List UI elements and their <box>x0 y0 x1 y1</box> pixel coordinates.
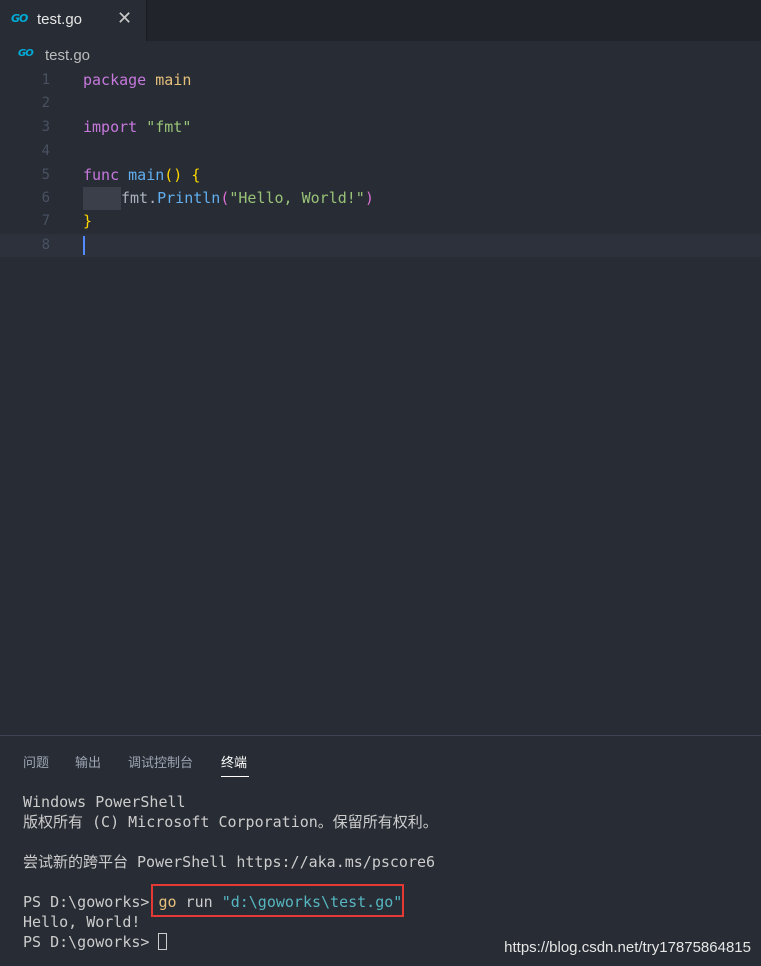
tab-test-go[interactable]: GO test.go ✕ <box>0 0 147 41</box>
code-line[interactable]: 7 } <box>0 210 761 233</box>
tab-label: test.go <box>37 11 83 28</box>
terminal-prompt-line[interactable]: PS D:\goworks> <box>23 932 168 952</box>
open-brace: { <box>191 166 201 184</box>
bottom-panel: 问题 输出 调试控制台 终端 Windows PowerShell 版权所有 (… <box>0 735 761 966</box>
text-cursor <box>83 236 85 255</box>
function-name: main <box>128 166 165 184</box>
line-number: 2 <box>41 95 50 111</box>
terminal-cursor <box>158 933 168 950</box>
keyword: func <box>83 166 120 184</box>
terminal-line: 版权所有 (C) Microsoft Corporation。保留所有权利。 <box>23 813 438 831</box>
keyword: import <box>83 118 138 136</box>
parens: () <box>164 166 183 184</box>
line-number: 3 <box>41 119 50 135</box>
active-tab-indicator <box>221 776 249 777</box>
function-call: Println <box>157 189 221 207</box>
code-line[interactable]: 5 func main() { <box>0 164 761 187</box>
go-file-icon: GO <box>11 12 28 25</box>
breadcrumb: GO test.go <box>0 41 761 69</box>
code-line[interactable]: 6 fmt.Println("Hello, World!") <box>0 187 761 210</box>
line-number: 5 <box>41 167 50 183</box>
tab-terminal[interactable]: 终端 <box>221 752 247 771</box>
indent-guide <box>83 187 121 210</box>
tab-output[interactable]: 输出 <box>75 752 101 771</box>
terminal-prompt: PS D:\goworks> <box>23 933 159 951</box>
dot: . <box>148 189 158 207</box>
breadcrumb-file[interactable]: test.go <box>45 47 90 64</box>
string-literal: "fmt" <box>146 118 192 136</box>
close-paren: ) <box>364 189 374 207</box>
terminal-line: Windows PowerShell <box>23 793 186 811</box>
line-number: 4 <box>41 143 50 159</box>
highlight-box <box>151 884 404 917</box>
code-line[interactable]: 2 <box>0 92 761 115</box>
code-line[interactable]: 4 <box>0 140 761 163</box>
vscode-window: GO test.go ✕ GO test.go 1 package main 2… <box>0 0 761 966</box>
line-number: 8 <box>41 237 50 253</box>
line-number: 7 <box>41 213 50 229</box>
code-line[interactable]: 3 import "fmt" <box>0 116 761 139</box>
code-editor[interactable]: 1 package main 2 3 import "fmt" 4 5 func… <box>0 69 761 735</box>
terminal-prompt: PS D:\goworks> <box>23 893 159 911</box>
keyword: package <box>83 71 147 89</box>
tab-debug-console[interactable]: 调试控制台 <box>128 752 193 771</box>
go-file-icon: GO <box>18 48 34 59</box>
code-line-active[interactable]: 8 <box>0 234 761 257</box>
line-number: 1 <box>41 72 50 88</box>
package-name: main <box>155 71 192 89</box>
string-literal: "Hello, World!" <box>229 189 365 207</box>
code-line[interactable]: 1 package main <box>0 69 761 92</box>
editor-tab-bar: GO test.go ✕ <box>0 0 761 41</box>
package-ref: fmt <box>121 189 149 207</box>
terminal-output: Hello, World! <box>23 913 141 931</box>
tab-problems[interactable]: 问题 <box>23 752 49 771</box>
close-icon[interactable]: ✕ <box>117 8 132 29</box>
terminal-line: 尝试新的跨平台 PowerShell https://aka.ms/pscore… <box>23 853 436 871</box>
watermark: https://blog.csdn.net/try17875864815 <box>504 939 751 956</box>
close-brace: } <box>83 212 93 230</box>
line-number: 6 <box>41 190 50 206</box>
